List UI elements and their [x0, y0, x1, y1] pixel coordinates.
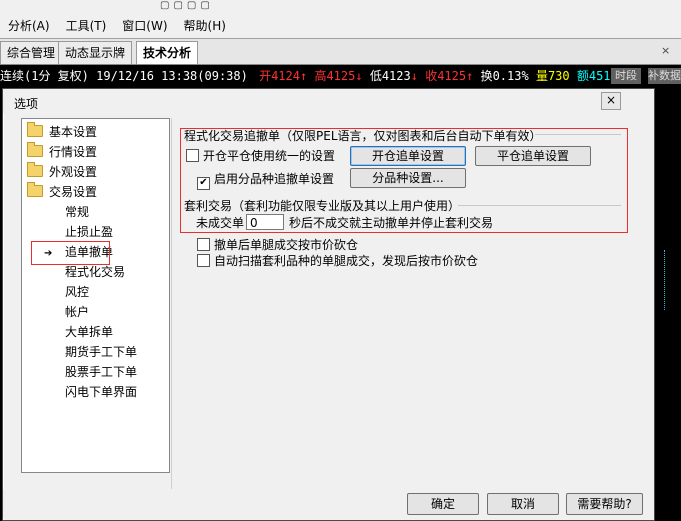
ticker-high: 高4125	[314, 69, 356, 83]
tree-item-label: 外观设置	[49, 165, 98, 179]
cancel-button[interactable]: 取消	[487, 493, 559, 515]
auto-scan-checkbox[interactable]: 自动扫描套利品种的单腿成交，发现后按市价砍仓	[197, 252, 478, 269]
tree-item-label: 交易设置	[49, 185, 98, 199]
ticker-name: 连续(1分 复权) 19/12/16 13:38(09:38)	[0, 69, 248, 83]
tree-item-futures-manual[interactable]: 期货手工下单	[65, 343, 137, 361]
ticker-turnover: 换0.13%	[480, 69, 529, 83]
tab-technical-analysis[interactable]: 技术分析	[136, 41, 199, 64]
folder-icon	[27, 122, 43, 137]
ticker-volume: 量730	[535, 69, 570, 83]
tree-item-basic[interactable]: 基本设置	[27, 122, 98, 141]
toolbar-icon[interactable]: ▢	[173, 0, 182, 12]
toolbar-icon[interactable]: ▢	[160, 0, 169, 12]
checkbox-label: 自动扫描套利品种的单腿成交，发现后按市价砍仓	[214, 254, 479, 268]
chart-grid-line	[664, 250, 666, 310]
dialog-title: 选项	[14, 97, 39, 111]
refill-data-button[interactable]: 补数据	[648, 68, 681, 84]
group-divider	[535, 134, 621, 135]
ticker-open: 开4124	[259, 69, 300, 83]
tree-item-quotes[interactable]: 行情设置	[27, 142, 98, 161]
checkbox-label: 撤单后单腿成交按市价砍仓	[214, 238, 359, 252]
tree-item-label: 行情设置	[49, 145, 98, 159]
unfilled-seconds-input[interactable]: 0	[246, 214, 284, 230]
checkbox-box: ✔	[197, 177, 210, 190]
open-chase-settings-button[interactable]: 开仓追单设置	[350, 146, 466, 166]
tab-overview[interactable]: 综合管理	[0, 41, 63, 64]
group-title-arbitrage: 套利交易（套利功能仅限专业版及其以上用户使用）	[184, 199, 461, 213]
tree-item-risk[interactable]: 风控	[65, 283, 89, 301]
menu-help[interactable]: 帮助(H)	[176, 17, 234, 34]
settings-tree: 基本设置 行情设置 外观设置 交易设置 常规 止损止盈 ➔ 追单撤单 程式化交易 …	[21, 118, 170, 473]
toolbar-icon[interactable]: ▢	[187, 0, 196, 12]
unfilled-prefix: 未成交单	[196, 216, 245, 230]
menu-bar: 分析(A) 工具(T) 窗口(W) 帮助(H)	[0, 14, 234, 36]
checkbox-box	[197, 238, 210, 251]
ok-button[interactable]: 确定	[407, 493, 479, 515]
tree-item-stop-loss[interactable]: 止损止盈	[65, 223, 113, 241]
close-chase-settings-button[interactable]: 平仓追单设置	[475, 146, 591, 166]
folder-icon	[27, 162, 43, 177]
dialog-close-button[interactable]: ×	[601, 92, 621, 110]
unfilled-suffix: 秒后不成交就主动撤单并停止套利交易	[289, 216, 494, 230]
tree-item-stock-manual[interactable]: 股票手工下单	[65, 363, 137, 381]
tree-item-account[interactable]: 帐户	[65, 303, 89, 321]
ticker-low: 低4123	[369, 69, 411, 83]
help-button[interactable]: 需要帮助?	[566, 493, 643, 515]
close-icon[interactable]: ×	[661, 44, 675, 58]
menu-analysis[interactable]: 分析(A)	[0, 17, 58, 34]
by-product-checkbox[interactable]: ✔ 启用分品种追撤单设置	[197, 170, 334, 190]
ticker-close: 收4125	[425, 69, 467, 83]
unified-settings-checkbox[interactable]: 开仓平仓使用统一的设置	[186, 147, 335, 164]
quote-ticker: 连续(1分 复权) 19/12/16 13:38(09:38) 开4124↑ 高…	[0, 66, 681, 86]
checkbox-box	[197, 254, 210, 267]
tree-item-split-order[interactable]: 大单拆单	[65, 323, 113, 341]
tab-dynamic-board[interactable]: 动态显示牌	[58, 41, 133, 64]
tree-item-label: 基本设置	[49, 125, 98, 139]
cancel-leg-checkbox[interactable]: 撤单后单腿成交按市价砍仓	[197, 236, 358, 253]
dialog-titlebar[interactable]	[3, 89, 652, 113]
tree-item-trading[interactable]: 交易设置	[27, 182, 98, 201]
group-title-chase: 程式化交易追撤单（仅限PEL语言，仅对图表和后台自动下单有效）	[184, 129, 542, 143]
checkbox-label: 开仓平仓使用统一的设置	[203, 149, 336, 163]
checkbox-box	[186, 149, 199, 162]
checkbox-label: 启用分品种追撤单设置	[214, 172, 335, 186]
tree-item-appearance[interactable]: 外观设置	[27, 162, 98, 181]
tree-item-flash-order[interactable]: 闪电下单界面	[65, 383, 137, 401]
product-settings-button[interactable]: 分品种设置...	[350, 168, 466, 188]
group-divider	[458, 205, 621, 206]
folder-icon	[27, 182, 43, 197]
toolbar-icon[interactable]: ▢	[200, 0, 209, 12]
menu-tools[interactable]: 工具(T)	[58, 17, 115, 34]
toolbar-icons: ▢ ▢ ▢ ▢	[160, 0, 210, 12]
folder-icon	[27, 142, 43, 157]
period-button[interactable]: 时段	[611, 68, 641, 84]
menu-window[interactable]: 窗口(W)	[114, 17, 175, 34]
selection-highlight-box	[31, 241, 110, 265]
tree-item-general[interactable]: 常规	[65, 203, 89, 221]
tree-item-programmatic[interactable]: 程式化交易	[65, 263, 125, 281]
